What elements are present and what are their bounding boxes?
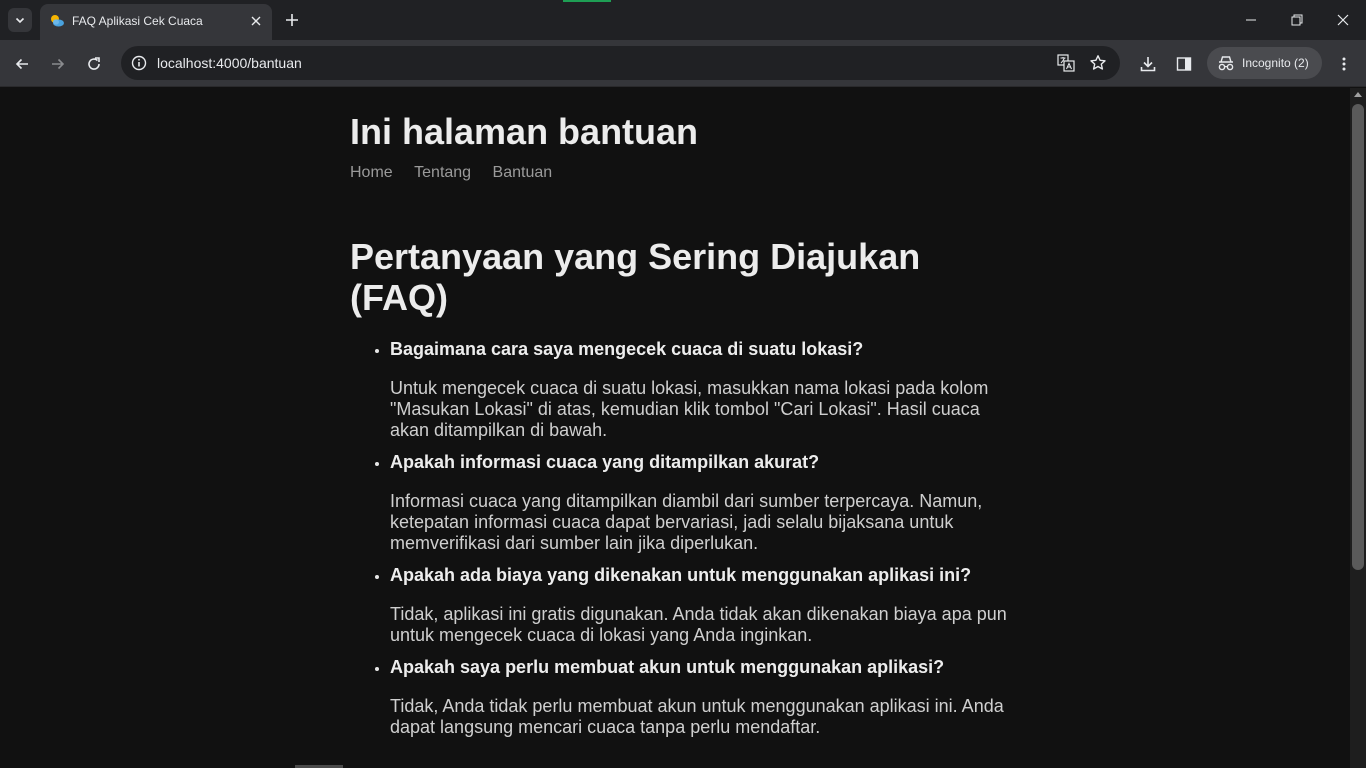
incognito-label: Incognito (2)	[1242, 56, 1309, 70]
nav-link-home[interactable]: Home	[350, 164, 393, 181]
faq-answer: Tidak, Anda tidak perlu membuat akun unt…	[390, 696, 1004, 737]
side-panel-icon	[1176, 57, 1192, 71]
site-info-button[interactable]	[129, 53, 149, 73]
tab-group-indicator	[563, 0, 611, 2]
close-icon	[251, 16, 261, 26]
arrow-left-icon	[15, 58, 28, 70]
browser-menu-button[interactable]	[1332, 52, 1356, 76]
faq-heading: Pertanyaan yang Sering Diajukan (FAQ)	[350, 236, 921, 318]
download-icon	[1140, 57, 1156, 72]
vertical-scrollbar[interactable]	[1350, 88, 1366, 768]
main-nav: Home Tentang Bantuan	[350, 164, 1010, 186]
back-button[interactable]	[10, 52, 34, 76]
star-icon	[1090, 55, 1106, 70]
scroll-thumb[interactable]	[1352, 104, 1364, 570]
faq-list: Bagaimana cara saya mengecek cuaca di su…	[350, 338, 1010, 738]
faq-question: Apakah saya perlu membuat akun untuk men…	[390, 657, 945, 677]
faq-question: Apakah informasi cuaca yang ditampilkan …	[390, 452, 820, 472]
address-bar[interactable]: localhost:4000/bantuan	[121, 46, 1120, 80]
url-text[interactable]: localhost:4000/bantuan	[157, 55, 302, 71]
minimize-button[interactable]	[1228, 0, 1274, 40]
incognito-indicator[interactable]: Incognito (2)	[1207, 47, 1322, 79]
translate-button[interactable]	[1056, 53, 1076, 73]
new-tab-button[interactable]	[282, 10, 302, 30]
incognito-icon	[1218, 56, 1234, 71]
close-icon	[1337, 14, 1349, 26]
faq-question: Apakah ada biaya yang dikenakan untuk me…	[390, 565, 972, 585]
faq-item: Apakah saya perlu membuat akun untuk men…	[390, 656, 1010, 738]
minimize-icon	[1246, 19, 1256, 21]
translate-icon	[1057, 54, 1075, 72]
kebab-menu-icon	[1342, 57, 1346, 71]
faq-question: Bagaimana cara saya mengecek cuaca di su…	[390, 339, 864, 359]
tab-active[interactable]: FAQ Aplikasi Cek Cuaca	[40, 4, 272, 40]
tab-search-button[interactable]	[8, 8, 32, 32]
faq-item: Bagaimana cara saya mengecek cuaca di su…	[390, 338, 1010, 441]
page-viewport: Ini halaman bantuan Home Tentang Bantuan…	[0, 88, 1350, 768]
forward-button[interactable]	[46, 52, 70, 76]
tab-strip: FAQ Aplikasi Cek Cuaca	[0, 0, 1366, 40]
scroll-up-arrow-icon[interactable]	[1354, 92, 1362, 97]
arrow-right-icon	[52, 58, 65, 70]
bookmark-button[interactable]	[1088, 53, 1108, 73]
downloads-button[interactable]	[1136, 52, 1160, 76]
restore-button[interactable]	[1274, 0, 1320, 40]
side-panel-button[interactable]	[1172, 52, 1196, 76]
reload-icon	[88, 57, 100, 70]
browser-toolbar: localhost:4000/bantuan Incognito (2)	[0, 40, 1366, 87]
faq-item: Apakah ada biaya yang dikenakan untuk me…	[390, 564, 1010, 646]
restore-icon	[1291, 14, 1303, 26]
page-title: Ini halaman bantuan	[350, 111, 699, 152]
reload-button[interactable]	[82, 52, 106, 76]
faq-answer: Tidak, aplikasi ini gratis digunakan. An…	[390, 604, 1007, 645]
nav-link-bantuan[interactable]: Bantuan	[493, 164, 553, 181]
faq-answer: Informasi cuaca yang ditampilkan diambil…	[390, 491, 983, 553]
nav-link-tentang[interactable]: Tentang	[414, 164, 471, 181]
plus-icon	[286, 14, 298, 26]
tab-close-button[interactable]	[248, 13, 264, 29]
page-content: Ini halaman bantuan Home Tentang Bantuan…	[350, 88, 1010, 748]
weather-favicon-icon	[51, 15, 64, 27]
window-close-button[interactable]	[1320, 0, 1366, 40]
tab-title: FAQ Aplikasi Cek Cuaca	[72, 14, 203, 28]
faq-item: Apakah informasi cuaca yang ditampilkan …	[390, 451, 1010, 554]
info-icon	[131, 55, 147, 71]
faq-answer: Untuk mengecek cuaca di suatu lokasi, ma…	[390, 378, 989, 440]
chevron-down-icon	[15, 17, 25, 24]
